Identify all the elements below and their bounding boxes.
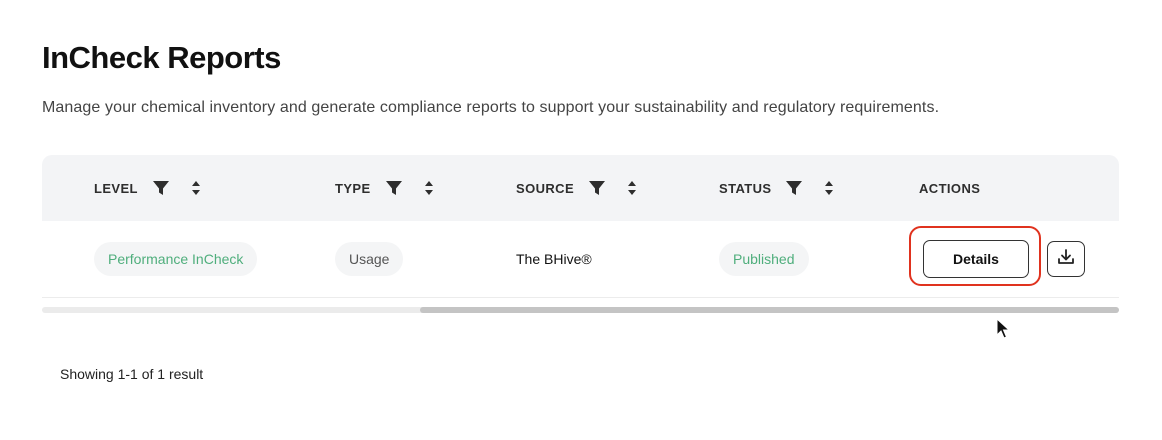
column-header-actions: ACTIONS — [919, 155, 994, 221]
filter-icon[interactable] — [385, 179, 403, 197]
reports-table: LEVEL TYPE SOURCE STATUS ACTIONS Perform… — [42, 155, 1119, 313]
column-header-status: STATUS — [719, 155, 835, 221]
filter-icon[interactable] — [785, 179, 803, 197]
source-text: The BHive® — [516, 251, 592, 267]
page-subtitle: Manage your chemical inventory and gener… — [42, 99, 940, 116]
scrollbar-thumb[interactable] — [420, 307, 1119, 313]
sort-icon[interactable] — [423, 178, 435, 198]
download-icon — [1056, 247, 1076, 272]
cell-status: Published — [719, 221, 809, 297]
sort-icon[interactable] — [626, 178, 638, 198]
details-button[interactable]: Details — [923, 240, 1029, 278]
result-count: Showing 1-1 of 1 result — [60, 366, 204, 382]
column-label-source: SOURCE — [516, 180, 575, 196]
sort-icon[interactable] — [190, 178, 202, 198]
horizontal-scrollbar[interactable] — [42, 307, 1119, 313]
download-button[interactable] — [1047, 241, 1085, 277]
type-badge: Usage — [335, 242, 404, 276]
status-badge: Published — [719, 242, 809, 276]
cell-level: Performance InCheck — [94, 221, 258, 297]
filter-icon[interactable] — [588, 179, 606, 197]
column-header-source: SOURCE — [516, 155, 638, 221]
cell-source: The BHive® — [516, 221, 592, 297]
column-label-actions: ACTIONS — [919, 180, 981, 196]
sort-icon[interactable] — [823, 178, 835, 198]
column-label-type: TYPE — [335, 180, 371, 196]
column-header-type: TYPE — [335, 155, 435, 221]
table-header: LEVEL TYPE SOURCE STATUS ACTIONS — [42, 155, 1119, 221]
page-title: InCheck Reports — [42, 40, 281, 75]
filter-icon[interactable] — [152, 179, 170, 197]
page: InCheck Reports Manage your chemical inv… — [0, 0, 1162, 440]
cell-type: Usage — [335, 221, 404, 297]
mouse-pointer-icon — [996, 317, 1011, 340]
column-label-status: STATUS — [719, 180, 772, 196]
column-header-level: LEVEL — [94, 155, 202, 221]
level-badge: Performance InCheck — [94, 242, 258, 276]
column-label-level: LEVEL — [94, 180, 138, 196]
